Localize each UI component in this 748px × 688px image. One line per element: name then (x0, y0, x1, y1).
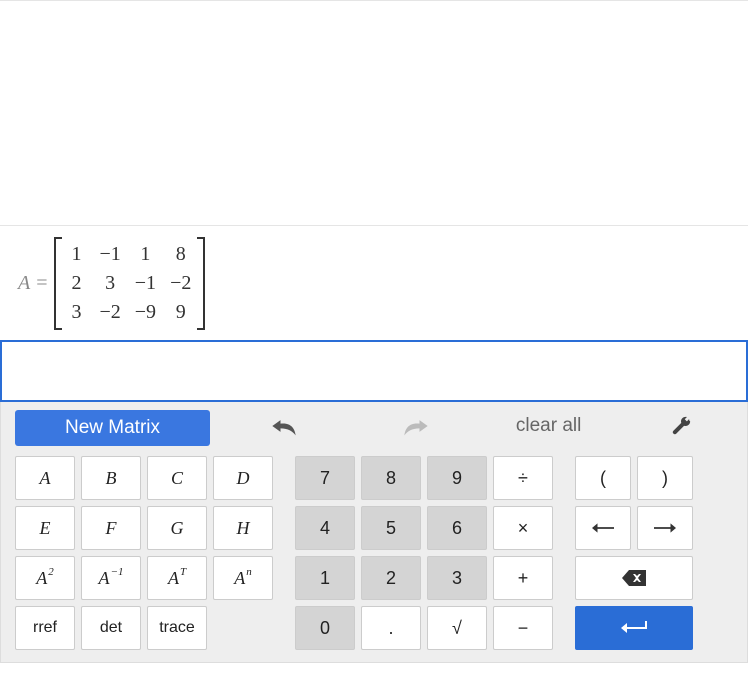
keypad-top-controls: New Matrix clear all (1, 402, 747, 450)
key-3[interactable]: 3 (427, 556, 487, 600)
key-minus[interactable]: − (493, 606, 553, 650)
key-4[interactable]: 4 (295, 506, 355, 550)
backspace-icon (622, 570, 646, 586)
key-paren-left[interactable]: ( (575, 456, 631, 500)
key-det[interactable]: det (81, 606, 141, 650)
key-9[interactable]: 9 (427, 456, 487, 500)
key-A[interactable]: A (15, 456, 75, 500)
key-1[interactable]: 1 (295, 556, 355, 600)
redo-button[interactable] (350, 402, 482, 450)
key-A-inverse[interactable]: A−1 (81, 556, 141, 600)
matrix-cell: 2 (68, 272, 86, 295)
key-C[interactable]: C (147, 456, 207, 500)
key-7[interactable]: 7 (295, 456, 355, 500)
key-8[interactable]: 8 (361, 456, 421, 500)
graph-area (0, 0, 748, 226)
key-paren-right[interactable]: ) (637, 456, 693, 500)
matrix-body: 1 −1 1 8 2 3 −1 −2 3 −2 −9 9 (62, 237, 198, 330)
letter-keys: A B C D E F G H A2 A−1 AT An rref det tr… (15, 456, 273, 650)
key-B[interactable]: B (81, 456, 141, 500)
matrix-bracket: 1 −1 1 8 2 3 −1 −2 3 −2 −9 9 (54, 237, 206, 330)
matrix-cell: 3 (68, 301, 86, 324)
key-A-squared[interactable]: A2 (15, 556, 75, 600)
key-multiply[interactable]: × (493, 506, 553, 550)
key-5[interactable]: 5 (361, 506, 421, 550)
matrix-definition: A = 1 −1 1 8 2 3 −1 −2 3 −2 −9 9 (0, 226, 748, 340)
matrix-cell: 8 (170, 243, 191, 266)
redo-icon (402, 415, 430, 437)
arrow-right-icon (654, 522, 676, 534)
matrix-cell: −1 (100, 243, 121, 266)
matrix-cell: 3 (100, 272, 121, 295)
arrow-left-icon (592, 522, 614, 534)
key-cursor-left[interactable] (575, 506, 631, 550)
key-E[interactable]: E (15, 506, 75, 550)
key-sqrt[interactable]: √ (427, 606, 487, 650)
key-trace[interactable]: trace (147, 606, 207, 650)
matrix-cell: 9 (170, 301, 191, 324)
key-enter[interactable] (575, 606, 693, 650)
matrix-cell: −2 (100, 301, 121, 324)
key-divide[interactable]: ÷ (493, 456, 553, 500)
key-A-transpose[interactable]: AT (147, 556, 207, 600)
key-G[interactable]: G (147, 506, 207, 550)
key-F[interactable]: F (81, 506, 141, 550)
key-D[interactable]: D (213, 456, 273, 500)
key-6[interactable]: 6 (427, 506, 487, 550)
key-cursor-right[interactable] (637, 506, 693, 550)
key-A-power-n[interactable]: An (213, 556, 273, 600)
key-plus[interactable]: + (493, 556, 553, 600)
key-decimal[interactable]: . (361, 606, 421, 650)
matrix-cell: −2 (170, 272, 191, 295)
number-keys: 7 8 9 ÷ 4 5 6 × 1 2 3 + 0 . √ − (295, 456, 553, 650)
undo-button[interactable] (218, 402, 350, 450)
matrix-cell: −9 (135, 301, 156, 324)
key-backspace[interactable] (575, 556, 693, 600)
equals-sign: = (36, 272, 47, 295)
matrix-name: A (18, 272, 30, 295)
keypad: New Matrix clear all A B C D E F G H A2 … (0, 402, 748, 663)
settings-button[interactable] (615, 402, 747, 450)
new-matrix-button[interactable]: New Matrix (15, 410, 210, 446)
matrix-cell: 1 (68, 243, 86, 266)
right-keys: ( ) (575, 456, 693, 650)
expression-input[interactable] (0, 340, 748, 402)
undo-icon (270, 415, 298, 437)
clear-all-button[interactable]: clear all (483, 402, 615, 450)
enter-icon (621, 619, 647, 637)
key-H[interactable]: H (213, 506, 273, 550)
key-rref[interactable]: rref (15, 606, 75, 650)
key-2[interactable]: 2 (361, 556, 421, 600)
key-0[interactable]: 0 (295, 606, 355, 650)
matrix-cell: 1 (135, 243, 156, 266)
matrix-cell: −1 (135, 272, 156, 295)
wrench-icon (670, 415, 692, 437)
